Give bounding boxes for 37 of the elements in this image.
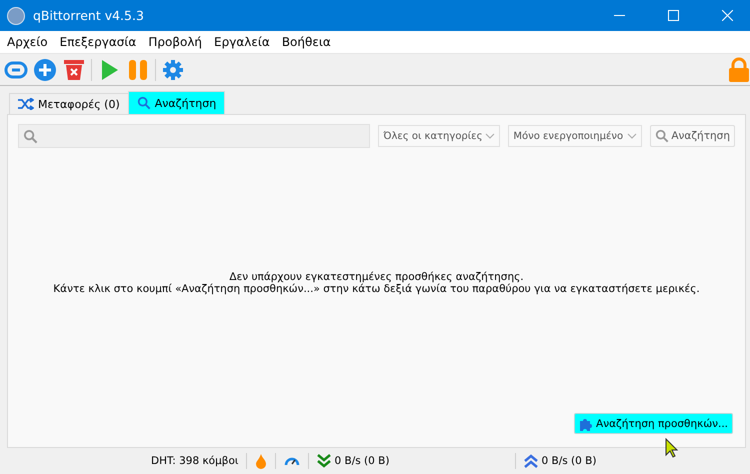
add-icon[interactable]	[33, 58, 57, 82]
chevron-down-icon	[485, 133, 496, 139]
chevron-down-icon	[627, 133, 638, 139]
minimize-icon[interactable]	[614, 15, 624, 16]
upload-speed: 0 B/s (0 B)	[541, 455, 596, 467]
pause-icon[interactable]	[126, 58, 150, 82]
search-plugins-button[interactable]: Αναζήτηση προσθηκών...	[574, 413, 733, 434]
search-button[interactable]: Αναζήτηση	[650, 125, 735, 147]
shuffle-icon	[18, 98, 34, 110]
download-speed: 0 B/s (0 B)	[334, 455, 390, 467]
tab[interactable]: Αναζήτηση	[128, 91, 226, 114]
delete-icon[interactable]	[62, 58, 86, 82]
menu-item[interactable]: Προβολή	[142, 35, 208, 49]
category-dropdown[interactable]: Όλες οι κατηγορίες	[378, 125, 500, 147]
menu-item[interactable]: Εργαλεία	[208, 35, 276, 49]
tab[interactable]: Μεταφορές (0)	[9, 93, 129, 114]
settings-icon[interactable]	[161, 58, 185, 82]
mouse-cursor-icon	[665, 438, 679, 458]
menu-item[interactable]: Επεξεργασία	[54, 35, 142, 49]
lock-icon[interactable]	[728, 56, 750, 82]
info-message: Δεν υπάρχουν εγκατεστημένες προσθήκες αναζήτησης.	[229, 270, 524, 282]
search-icon	[23, 128, 38, 144]
window-title: qBittorrent v4.5.3	[33, 8, 145, 23]
menu-item[interactable]: Βοήθεια	[276, 35, 337, 49]
upload-icon	[524, 454, 538, 468]
app-logo-icon	[7, 6, 25, 24]
info-message: Κάντε κλικ στο κουμπί «Αναζήτηση προσθηκών...» στην κάτω δεξιά γωνία του παραθύρου για να εγκαταστήσετε μερικές.	[53, 282, 700, 294]
search-field[interactable]	[18, 124, 370, 148]
plugins-dropdown[interactable]: Μόνο ενεργοποιημένο	[508, 125, 642, 147]
close-icon[interactable]	[722, 10, 732, 21]
maximize-icon[interactable]	[668, 10, 678, 21]
dht-status: DHT: 398 κόμβοι	[151, 455, 238, 467]
search-icon	[655, 129, 670, 143]
menu-item[interactable]: Αρχείο	[1, 35, 54, 49]
search-icon	[136, 96, 151, 110]
puzzle-icon	[579, 416, 594, 430]
download-icon	[317, 454, 332, 468]
